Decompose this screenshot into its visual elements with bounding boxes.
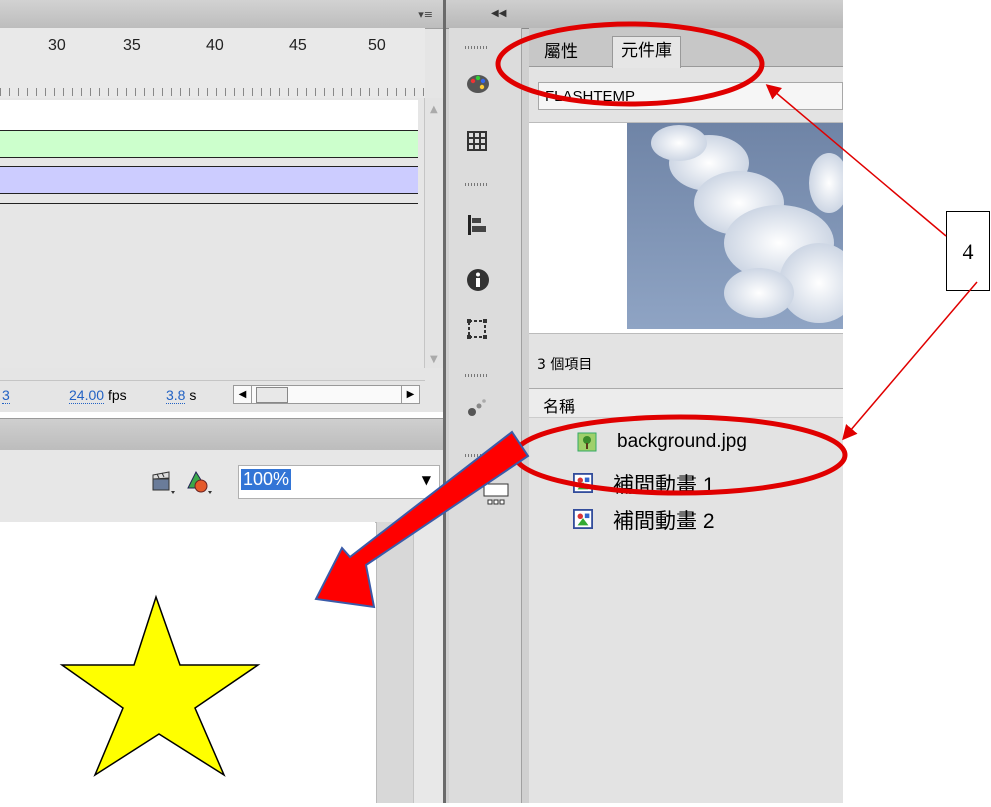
ruler-label: 40: [206, 37, 224, 54]
tab-library[interactable]: 元件庫: [612, 36, 681, 68]
edit-scene-icon[interactable]: [150, 470, 176, 496]
dock-header: ◀◀: [446, 0, 529, 29]
time-unit: s: [189, 387, 197, 403]
grip-handle[interactable]: [465, 374, 489, 377]
color-palette-icon[interactable]: [466, 72, 489, 94]
stage-canvas[interactable]: [0, 522, 375, 803]
divider: [0, 203, 418, 204]
library-item-label: 補間動畫 2: [613, 510, 715, 533]
stage-vscrollbar[interactable]: [413, 522, 444, 803]
zoom-dropdown[interactable]: 100% ▼: [238, 465, 440, 499]
collapse-icon[interactable]: ◀◀: [491, 8, 506, 19]
library-item-tween-1[interactable]: 補間動畫 1: [529, 465, 843, 499]
library-item-tween-2[interactable]: 補間動畫 2: [529, 503, 843, 537]
divider: [0, 157, 418, 158]
tab-properties[interactable]: 屬性: [536, 38, 586, 66]
tween-span-green[interactable]: [0, 131, 418, 157]
ruler-label: 45: [289, 37, 307, 54]
stage-toolbar: [0, 418, 443, 451]
scroll-right-icon[interactable]: ▶: [401, 386, 419, 403]
callout-box: 4: [946, 211, 990, 291]
grip-handle[interactable]: [465, 46, 489, 49]
ruler-label: 30: [48, 37, 66, 54]
divider: [0, 193, 418, 194]
grip-handle[interactable]: [465, 183, 489, 186]
bitmap-icon: [577, 432, 597, 452]
time-readout: 3.8 s: [166, 387, 197, 404]
ruler-ticks: [0, 88, 425, 96]
transform-icon[interactable]: [466, 318, 488, 340]
time-value[interactable]: 3.8: [166, 387, 186, 404]
fps-value[interactable]: 24.00: [69, 387, 105, 404]
star-shape[interactable]: [0, 522, 375, 803]
column-name-label[interactable]: 名稱: [543, 393, 575, 417]
components-icon[interactable]: [482, 482, 510, 505]
scroll-left-icon[interactable]: ◀: [234, 386, 252, 403]
info-icon[interactable]: [466, 268, 489, 291]
timeline-vscrollbar[interactable]: ▲ ▼: [424, 98, 443, 368]
align-icon[interactable]: [466, 214, 488, 236]
library-item-label: background.jpg: [617, 431, 747, 452]
scroll-down-icon[interactable]: ▼: [430, 354, 438, 365]
tween-span-blue[interactable]: [0, 167, 418, 193]
chevron-down-icon[interactable]: ▼: [422, 473, 431, 487]
library-panel-header: [529, 0, 843, 28]
library-item-background[interactable]: background.jpg: [529, 426, 843, 460]
layer-row[interactable]: [0, 100, 418, 130]
motion-presets-icon[interactable]: [466, 396, 488, 418]
leader-line: [842, 281, 978, 441]
document-dropdown[interactable]: FLASHTEMP: [538, 82, 843, 110]
scroll-up-icon[interactable]: ▲: [430, 104, 438, 115]
motion-tween-icon: [573, 473, 593, 493]
fps-unit: fps: [107, 387, 127, 403]
stage-pasteboard: [376, 522, 444, 803]
item-count: 3 個項目: [537, 357, 593, 373]
library-column-header[interactable]: [529, 388, 843, 418]
library-preview: [529, 122, 859, 334]
cloud-image-preview: [627, 123, 859, 329]
motion-tween-icon: [573, 509, 593, 529]
library-item-label: 補間動畫 1: [613, 474, 715, 497]
zoom-value[interactable]: 100%: [241, 469, 292, 490]
edit-symbols-icon[interactable]: [186, 470, 214, 496]
timeline-header: ▾≡: [0, 0, 443, 29]
timeline-hscrollbar[interactable]: ◀ ▶: [233, 385, 420, 404]
grip-handle[interactable]: [465, 454, 489, 457]
fps-readout: 24.00 fps: [69, 387, 127, 404]
swatches-icon[interactable]: [466, 130, 488, 152]
panel-menu-icon[interactable]: ▾≡: [418, 8, 433, 21]
ruler-label: 35: [123, 37, 141, 54]
ruler-label: 50: [368, 37, 386, 54]
scroll-thumb[interactable]: [256, 387, 288, 403]
current-frame[interactable]: 3: [2, 387, 10, 404]
